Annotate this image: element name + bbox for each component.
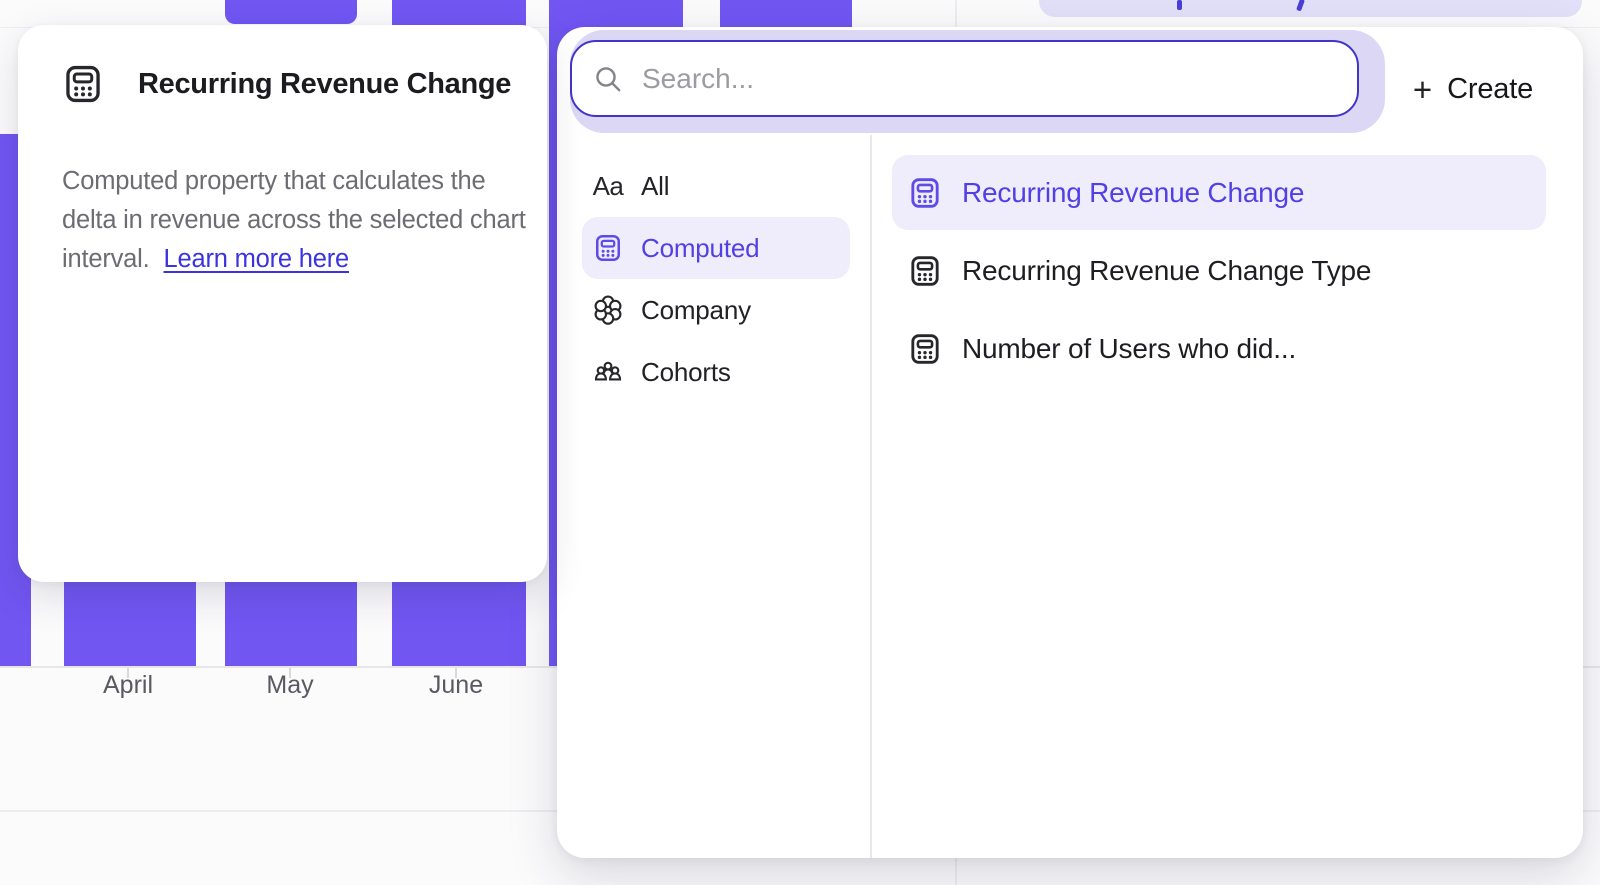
category-label: Computed [641, 233, 759, 264]
x-axis-label-june: June [429, 671, 483, 700]
x-axis-label-april: April [103, 671, 153, 700]
category-item-cohorts[interactable]: Cohorts [557, 341, 870, 403]
property-picker-panel: + Create Aa All [557, 27, 1583, 858]
screen: April May June Recurring Revenue Change … [0, 0, 1600, 885]
category-item-computed[interactable]: Computed [582, 217, 850, 279]
cohorts-people-icon [592, 356, 624, 388]
description-line: Computed property that calculates the [62, 162, 526, 201]
property-info-header: Recurring Revenue Change [62, 63, 511, 105]
cutoff-text-glyph [1177, 0, 1182, 10]
x-axis-label-may: May [266, 671, 313, 700]
category-label: Cohorts [641, 357, 731, 388]
create-button[interactable]: + Create [1413, 65, 1533, 113]
plus-icon: + [1413, 73, 1432, 106]
result-item-number-of-users-who-did[interactable]: Number of Users who did... [892, 311, 1546, 386]
calculator-icon [908, 176, 942, 210]
chart-bar-may-top-segment [225, 0, 357, 24]
property-info-description: Computed property that calculates the de… [62, 162, 526, 279]
learn-more-link[interactable]: Learn more here [164, 245, 350, 273]
description-line: delta in revenue across the selected cha… [62, 201, 526, 240]
text-aa-icon: Aa [592, 170, 624, 202]
category-label: Company [641, 295, 751, 326]
property-info-title: Recurring Revenue Change [138, 68, 511, 101]
calculator-icon [908, 332, 942, 366]
result-label: Recurring Revenue Change Type [962, 255, 1371, 287]
cutoff-text-glyph [1296, 0, 1305, 11]
calculator-icon [908, 254, 942, 288]
background-property-chip-cutoff [1039, 0, 1582, 17]
result-item-recurring-revenue-change[interactable]: Recurring Revenue Change [892, 155, 1546, 230]
description-line: interval. Learn more here [62, 240, 526, 279]
description-line-end: interval. [62, 245, 150, 273]
category-item-all[interactable]: Aa All [557, 155, 870, 217]
calculator-icon [592, 232, 624, 264]
category-item-company[interactable]: Company [557, 279, 870, 341]
result-label: Number of Users who did... [962, 333, 1296, 365]
search-box[interactable] [570, 40, 1359, 117]
property-info-card: Recurring Revenue Change Computed proper… [18, 25, 547, 582]
create-button-label: Create [1447, 73, 1533, 106]
category-list: Aa All Computed [557, 155, 870, 403]
category-label: All [641, 171, 669, 202]
result-label: Recurring Revenue Change [962, 177, 1304, 209]
calculator-icon [62, 63, 104, 105]
panel-divider [870, 135, 872, 858]
search-input[interactable] [642, 63, 1337, 95]
search-icon [592, 63, 624, 95]
result-item-recurring-revenue-change-type[interactable]: Recurring Revenue Change Type [892, 233, 1546, 308]
company-cluster-icon [592, 294, 624, 326]
